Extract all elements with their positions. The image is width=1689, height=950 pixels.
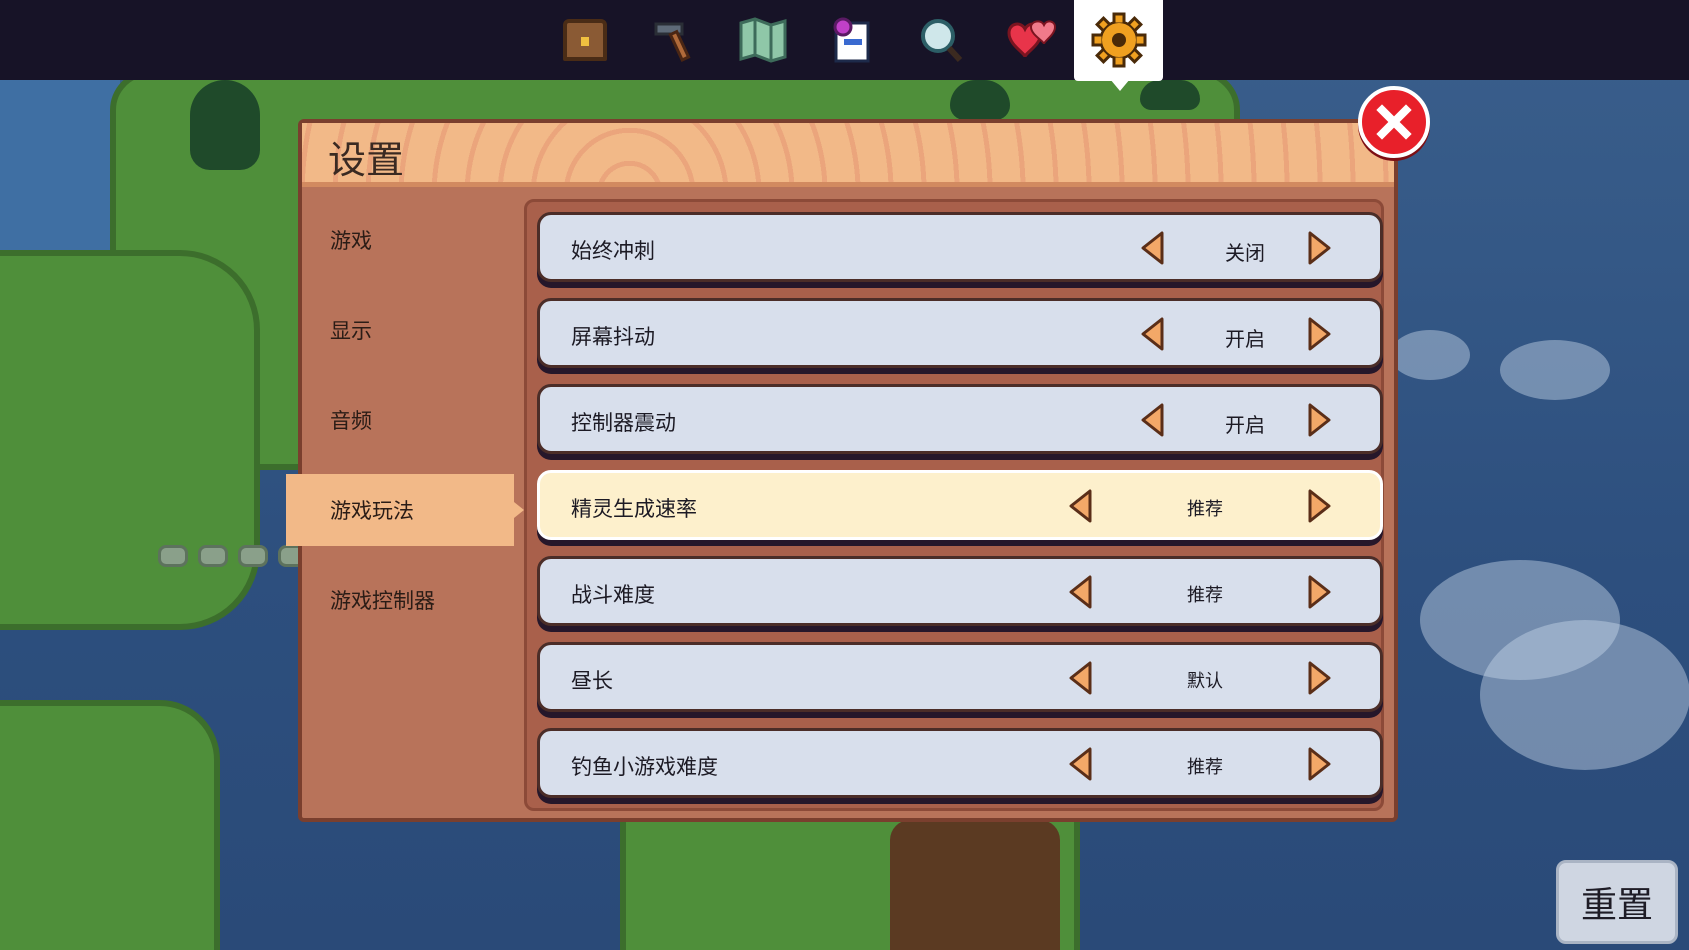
magnifier-icon	[920, 19, 962, 63]
sidebar-item-controller[interactable]: 游戏控制器	[302, 555, 522, 645]
sidebar-item-label: 游戏玩法	[330, 499, 414, 523]
arrow-left-button[interactable]	[1068, 489, 1092, 523]
option-value: 开启	[1225, 327, 1265, 351]
option-label: 屏幕抖动	[571, 325, 655, 349]
option-day-length[interactable]: 昼长 默认	[537, 642, 1383, 712]
arrow-right-icon	[1308, 317, 1331, 351]
option-value: 关闭	[1225, 241, 1265, 265]
sidebar-item-gameplay[interactable]: 游戏玩法	[286, 474, 524, 546]
arrow-left-icon	[1141, 231, 1164, 265]
arrow-left-button[interactable]	[1068, 575, 1092, 609]
arrow-left-button[interactable]	[1068, 747, 1092, 781]
map-icon	[739, 17, 786, 63]
arrow-right-button[interactable]	[1308, 575, 1332, 609]
arrow-left-button[interactable]	[1140, 403, 1164, 437]
settings-tab[interactable]	[1074, 0, 1163, 91]
arrow-right-icon	[1308, 231, 1331, 265]
arrow-left-icon	[1141, 403, 1164, 437]
option-screen-shake[interactable]: 屏幕抖动 开启	[537, 298, 1383, 368]
option-value: 开启	[1225, 413, 1265, 437]
arrow-right-button[interactable]	[1308, 661, 1332, 695]
option-fishing-difficulty[interactable]: 钓鱼小游戏难度 推荐	[537, 728, 1383, 798]
arrow-right-button[interactable]	[1308, 403, 1332, 437]
option-always-sprint[interactable]: 始终冲刺 关闭	[537, 212, 1383, 282]
top-menu-bar	[0, 0, 1689, 91]
option-label: 钓鱼小游戏难度	[571, 755, 718, 779]
option-value: 默认	[1187, 671, 1223, 692]
hammer-icon	[654, 22, 691, 62]
sidebar-item-label: 音频	[330, 409, 372, 433]
arrow-right-icon	[1308, 661, 1331, 695]
option-spirit-spawn-rate[interactable]: 精灵生成速率 推荐	[537, 470, 1383, 540]
chest-icon	[562, 19, 607, 61]
sidebar-item-display[interactable]: 显示	[302, 285, 522, 375]
arrow-right-icon	[1308, 575, 1331, 609]
quests-tab[interactable]	[807, 0, 896, 80]
arrow-right-button[interactable]	[1308, 317, 1332, 351]
arrow-right-icon	[1308, 489, 1331, 523]
sidebar-item-game[interactable]: 游戏	[302, 195, 522, 285]
option-combat-difficulty[interactable]: 战斗难度 推荐	[537, 556, 1383, 626]
settings-panel: 设置 游戏 显示 音频 游戏玩法 游戏控制器 始终冲刺 关闭 屏幕抖动 开启 控…	[286, 119, 1398, 822]
sidebar-item-label: 显示	[330, 319, 372, 343]
option-value: 推荐	[1187, 499, 1223, 520]
arrow-right-button[interactable]	[1308, 231, 1332, 265]
option-value: 推荐	[1187, 585, 1223, 606]
sidebar-item-label: 游戏控制器	[330, 589, 435, 613]
close-icon	[1376, 104, 1412, 140]
journal-tab[interactable]	[896, 0, 985, 80]
settings-sidebar: 游戏 显示 音频 游戏玩法 游戏控制器	[286, 195, 524, 645]
arrow-right-button[interactable]	[1308, 489, 1332, 523]
arrow-right-icon	[1308, 403, 1331, 437]
sidebar-item-audio[interactable]: 音频	[302, 375, 522, 465]
option-controller-vibration[interactable]: 控制器震动 开启	[537, 384, 1383, 454]
arrow-left-button[interactable]	[1140, 317, 1164, 351]
reset-button[interactable]: 重置	[1556, 860, 1678, 944]
options-list: 始终冲刺 关闭 屏幕抖动 开启 控制器震动 开启 精灵生成速率 推荐 战斗难度	[524, 199, 1384, 811]
arrow-left-icon	[1069, 489, 1092, 523]
heart-icon	[1006, 20, 1056, 58]
inventory-tab[interactable]	[540, 0, 629, 80]
crafting-tab[interactable]	[629, 0, 718, 80]
option-value: 推荐	[1187, 757, 1223, 778]
close-button[interactable]	[1358, 86, 1430, 158]
arrow-left-button[interactable]	[1140, 231, 1164, 265]
relationships-tab[interactable]	[985, 0, 1074, 80]
option-label: 始终冲刺	[571, 239, 655, 263]
arrow-right-icon	[1308, 747, 1331, 781]
sidebar-item-label: 游戏	[330, 229, 372, 253]
arrow-right-button[interactable]	[1308, 747, 1332, 781]
option-label: 昼长	[571, 669, 613, 693]
panel-header: 设置	[302, 123, 1394, 187]
option-label: 精灵生成速率	[571, 497, 697, 521]
stepping-stones	[158, 545, 308, 567]
gear-icon	[1091, 12, 1146, 68]
arrow-left-icon	[1069, 575, 1092, 609]
arrow-left-icon	[1069, 747, 1092, 781]
panel-title: 设置	[328, 138, 405, 182]
arrow-left-icon	[1069, 661, 1092, 695]
arrow-left-icon	[1141, 317, 1164, 351]
map-tab[interactable]	[718, 0, 807, 80]
arrow-left-button[interactable]	[1068, 661, 1092, 695]
quest-scroll-icon	[833, 17, 869, 63]
option-label: 控制器震动	[571, 411, 676, 435]
option-label: 战斗难度	[571, 583, 655, 607]
